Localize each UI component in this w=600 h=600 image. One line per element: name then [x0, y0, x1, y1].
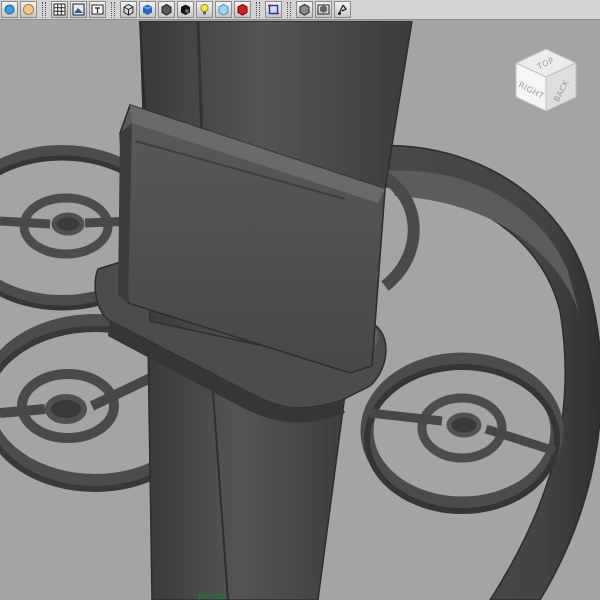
wireframe-shading-icon[interactable] [120, 1, 137, 18]
camera-name-label: persp [198, 592, 226, 600]
smooth-shade-icon[interactable] [139, 1, 156, 18]
frame-selected-icon[interactable] [315, 1, 332, 18]
toolbar-separator [42, 1, 46, 18]
camera-attrs-icon[interactable] [20, 1, 37, 18]
toolbar-separator [287, 1, 291, 18]
default-material-icon[interactable] [158, 1, 175, 18]
perspective-viewport[interactable]: TOP RIGHT BACK persp [0, 21, 600, 600]
use-all-lights-icon[interactable] [196, 1, 213, 18]
viewport-panel-toolbar [0, 0, 600, 20]
view-cube[interactable]: TOP RIGHT BACK [510, 41, 582, 113]
resolution-gate-icon[interactable] [89, 1, 106, 18]
isolate-select-icon[interactable] [265, 1, 282, 18]
grid-icon[interactable] [51, 1, 68, 18]
textured-icon[interactable] [234, 1, 251, 18]
toolbar-separator [111, 1, 115, 18]
snapshot-icon[interactable] [1, 1, 18, 18]
camera-tools-icon[interactable] [334, 1, 351, 18]
xray-icon[interactable] [215, 1, 232, 18]
frame-all-icon[interactable] [296, 1, 313, 18]
shadows-icon[interactable] [177, 1, 194, 18]
image-plane-icon[interactable] [70, 1, 87, 18]
toolbar-separator [256, 1, 260, 18]
